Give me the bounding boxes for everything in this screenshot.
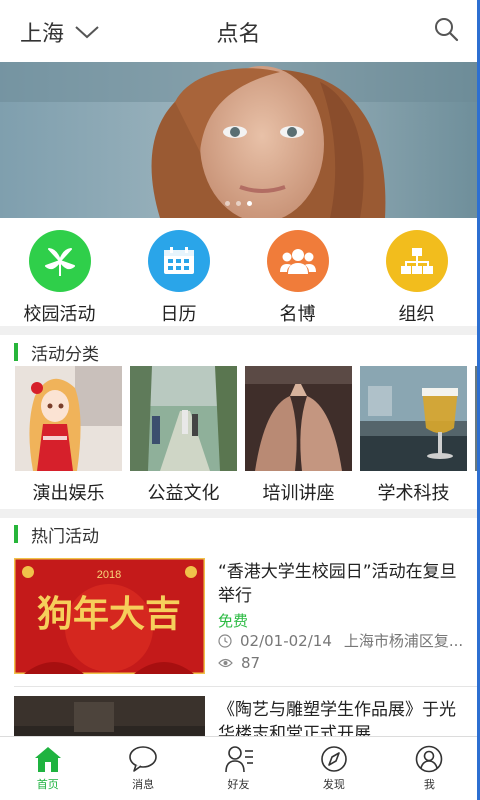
section-accent-bar bbox=[14, 525, 18, 543]
hot-activity-item[interactable]: 2018 狗年大吉 “香港大学生校园日”活动在复旦举行 免费 02/01-02/… bbox=[0, 558, 477, 684]
category-image bbox=[245, 366, 352, 471]
banner-photo bbox=[0, 62, 477, 218]
tab-messages[interactable]: 消息 bbox=[95, 737, 190, 800]
calendar-icon bbox=[147, 230, 210, 292]
section-title: 活动分类 bbox=[31, 344, 99, 365]
tab-home[interactable]: 首页 bbox=[0, 737, 95, 800]
activity-price: 免费 bbox=[218, 612, 249, 630]
category-image bbox=[475, 366, 477, 471]
list-divider bbox=[14, 686, 477, 687]
home-icon bbox=[34, 747, 61, 772]
section-accent-bar bbox=[14, 343, 18, 361]
section-title: 热门活动 bbox=[31, 526, 99, 547]
activity-title: “香港大学生校园日”活动在复旦举行 bbox=[218, 562, 457, 606]
quick-nav-famous-blog[interactable]: 名博 bbox=[238, 218, 357, 326]
chevron-down-icon bbox=[75, 26, 99, 39]
quick-nav-label: 组织 bbox=[398, 304, 435, 325]
category-section-header: 活动分类 bbox=[0, 337, 477, 367]
category-label: 演出娱乐 bbox=[32, 483, 105, 504]
carousel-dot-active[interactable] bbox=[247, 201, 252, 206]
flower-icon bbox=[28, 230, 91, 292]
user-icon bbox=[416, 745, 443, 773]
tab-label: 首页 bbox=[36, 778, 59, 791]
quick-nav-campus-activity[interactable]: 校园活动 bbox=[0, 218, 119, 326]
message-icon bbox=[129, 746, 157, 772]
carousel-dot[interactable] bbox=[236, 201, 241, 206]
category-academic-tech[interactable]: 学术科技 bbox=[360, 366, 467, 506]
category-label: 公益文化 bbox=[147, 483, 220, 504]
tab-me[interactable]: 我 bbox=[382, 737, 477, 800]
quick-nav-organization[interactable]: 组织 bbox=[357, 218, 476, 326]
carousel-indicator bbox=[0, 201, 477, 206]
category-image bbox=[360, 366, 467, 471]
quick-nav-label: 日历 bbox=[160, 304, 197, 325]
section-gap bbox=[0, 326, 477, 335]
activity-image: 2018 狗年大吉 bbox=[14, 558, 205, 674]
category-image bbox=[15, 366, 122, 471]
quick-nav: 校园活动 日历 名博 组织 bbox=[0, 218, 477, 326]
search-icon bbox=[435, 18, 459, 42]
city-selector[interactable]: 上海 bbox=[20, 16, 100, 48]
people-icon bbox=[266, 230, 329, 292]
tab-discover[interactable]: 发现 bbox=[286, 737, 381, 800]
category-list: 演出娱乐 公益文化 培训讲座 学术科技 bbox=[15, 366, 477, 506]
carousel-dot[interactable] bbox=[225, 201, 230, 206]
quick-nav-label: 校园活动 bbox=[23, 304, 96, 325]
city-label: 上海 bbox=[20, 22, 65, 47]
category-label: 培训讲座 bbox=[262, 483, 335, 504]
category-charity-culture[interactable]: 公益文化 bbox=[130, 366, 237, 506]
search-button[interactable] bbox=[433, 16, 459, 46]
banner-slogan: 狗年大吉 bbox=[37, 593, 181, 635]
banner-carousel[interactable] bbox=[0, 62, 477, 218]
quick-nav-calendar[interactable]: 日历 bbox=[119, 218, 238, 326]
section-gap bbox=[0, 509, 477, 518]
tab-label: 消息 bbox=[132, 778, 155, 791]
org-chart-icon bbox=[385, 230, 448, 292]
activity-time-location: 02/01-02/14 上海市杨浦区复... bbox=[218, 630, 463, 651]
category-label: 学术科技 bbox=[377, 483, 450, 504]
tab-label: 发现 bbox=[322, 778, 345, 791]
friends-icon bbox=[224, 746, 253, 773]
bottom-tab-bar: 首页 消息 好友 发现 我 bbox=[0, 736, 477, 800]
activity-location: 上海市杨浦区复... bbox=[343, 632, 464, 650]
category-more[interactable] bbox=[475, 366, 477, 506]
banner-year: 2018 bbox=[97, 569, 121, 581]
activity-date: 02/01-02/14 bbox=[240, 631, 332, 650]
category-image bbox=[130, 366, 237, 471]
category-performance[interactable]: 演出娱乐 bbox=[15, 366, 122, 506]
activity-views: 87 bbox=[218, 654, 260, 672]
top-bar: 上海 点名 bbox=[0, 0, 477, 62]
hot-section-header: 热门活动 bbox=[0, 519, 477, 549]
quick-nav-label: 名博 bbox=[279, 304, 316, 325]
compass-icon bbox=[321, 746, 347, 772]
view-count: 87 bbox=[241, 654, 261, 672]
app-screen: 上海 点名 校园活动 日历 名博 组织 活动分类 演出娱乐 公益文化 培训讲座 … bbox=[0, 0, 480, 800]
eye-icon bbox=[218, 658, 233, 668]
tab-label: 好友 bbox=[227, 778, 250, 791]
clock-icon bbox=[218, 633, 232, 648]
category-training-lecture[interactable]: 培训讲座 bbox=[245, 366, 352, 506]
tab-friends[interactable]: 好友 bbox=[191, 737, 286, 800]
tab-label: 我 bbox=[423, 778, 435, 791]
